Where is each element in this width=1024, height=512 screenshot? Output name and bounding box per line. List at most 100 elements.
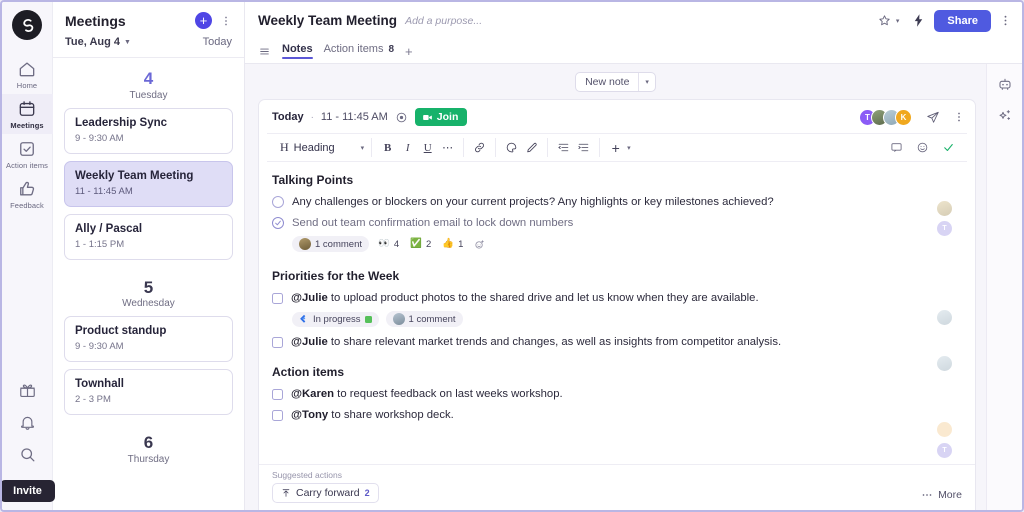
comment-chip[interactable]: 1 comment [292,236,369,252]
insert-dropdown-icon[interactable]: ▾ [627,144,631,152]
tab-action-items[interactable]: Action items 8 [324,43,394,59]
invite-button[interactable]: Invite [2,480,55,502]
meeting-card[interactable]: Ally / Pascal 1 - 1:15 PM [64,213,233,260]
meeting-card-selected[interactable]: Weekly Team Meeting 11 - 11:45 AM [64,160,233,207]
reaction-check[interactable]: ✅ 2 [408,237,433,252]
link-icon[interactable] [471,138,488,157]
suggested-actions-label: Suggested actions [272,470,342,480]
status-chip[interactable]: In progress [292,311,379,327]
reaction-eyes[interactable]: 👀 4 [376,237,401,252]
heading-select[interactable]: H Heading ▾ [278,140,364,155]
square-checkbox[interactable] [272,292,283,304]
mention[interactable]: @Julie [291,336,328,348]
bot-icon[interactable] [997,76,1013,92]
indent-icon[interactable] [575,138,592,157]
avatar[interactable] [937,422,952,437]
sidebar-item-home[interactable]: Home [2,54,53,94]
tab-action-items-count: 8 [388,43,395,55]
bold-button[interactable]: B [379,138,396,157]
italic-button[interactable]: I [399,138,416,157]
sidebar-item-meetings[interactable]: Meetings [2,94,53,134]
meetings-menu-icon[interactable] [220,15,232,27]
carry-forward-button[interactable]: Carry forward 2 [272,483,379,503]
new-note-button[interactable]: New note [576,73,638,91]
date-picker-label: Tue, Aug 4 [65,36,120,48]
circle-checkbox-checked[interactable] [272,217,284,229]
square-checkbox[interactable] [272,388,283,400]
avatar[interactable]: K [895,108,912,126]
reaction-thumbsup[interactable]: 👍 1 [440,237,465,252]
avatar[interactable] [937,310,952,325]
mention[interactable]: @Tony [291,409,328,421]
meeting-card[interactable]: Product standup 9 - 9:30 AM [64,316,233,363]
square-checkbox[interactable] [272,336,283,348]
note-line[interactable]: @Karen to request feedback on last weeks… [272,386,962,402]
record-icon[interactable] [395,111,408,124]
comment-icon[interactable] [888,138,905,157]
circle-checkbox[interactable] [272,196,284,208]
sidebar-item-feedback[interactable]: Feedback [2,174,53,214]
emoji-icon[interactable] [914,138,931,157]
date-picker[interactable]: Tue, Aug 4 ▼ [65,36,131,48]
star-icon[interactable] [877,13,892,28]
avatar[interactable]: T [937,443,952,458]
note-line[interactable]: @Tony to share workshop deck. [272,407,962,423]
outdent-icon[interactable] [555,138,572,157]
sparkles-icon[interactable] [997,108,1013,124]
app-logo[interactable] [12,10,42,40]
underline-button[interactable]: U [419,138,436,157]
meeting-card[interactable]: Leadership Sync 9 - 9:30 AM [64,107,233,154]
note-line-text: @Tony to share workshop deck. [291,407,454,423]
share-button[interactable]: Share [934,9,991,32]
today-button[interactable]: Today [203,36,232,48]
document-menu-icon[interactable] [999,14,1012,27]
send-icon[interactable] [926,110,940,124]
list-view-icon[interactable] [258,45,271,58]
note-line[interactable]: @Julie to upload product photos to the s… [272,290,962,306]
add-meeting-button[interactable]: + [195,12,212,29]
check-icon[interactable] [940,138,957,157]
avatar[interactable]: T [937,221,952,236]
tab-notes[interactable]: Notes [282,43,313,59]
star-dropdown-icon[interactable]: ▾ [896,17,900,25]
note-line-body: to request feedback on last weeks worksh… [334,388,563,400]
note-line[interactable]: @Julie to share relevant market trends a… [272,334,962,350]
day-name: Tuesday [129,89,168,101]
mention[interactable]: @Karen [291,388,334,400]
mention[interactable]: @Julie [291,292,328,304]
reaction-count: 2 [425,238,432,250]
new-note-dropdown-icon[interactable]: ▾ [638,73,655,91]
note-line[interactable]: Send out team confirmation email to lock… [272,215,962,231]
insert-button[interactable]: + [607,138,624,157]
sidebar-item-action-items[interactable]: Action items [2,134,53,174]
gift-icon[interactable] [18,381,37,400]
color-palette-icon[interactable] [503,138,520,157]
lightning-bolt-icon[interactable] [911,13,926,28]
note-line-text: Send out team confirmation email to lock… [292,217,574,229]
add-reaction-icon[interactable] [472,237,487,252]
line-chips: 1 comment 👀 4 ✅ 2 👍 1 [292,236,962,252]
avatar[interactable] [937,356,952,371]
avatar[interactable] [937,201,952,216]
purpose-placeholder[interactable]: Add a purpose... [405,15,482,27]
note-participants[interactable]: T K [859,108,912,126]
meeting-name: Townhall [75,378,124,391]
square-checkbox[interactable] [272,409,283,421]
note-menu-icon[interactable] [953,111,965,123]
day-name: Thursday [127,454,170,466]
highlighter-pen-icon[interactable] [523,138,540,157]
comment-chip-label: 1 comment [315,238,362,250]
add-tab-button[interactable]: + [405,45,413,58]
document-tabs: Notes Action items 8 + [245,39,1022,64]
bell-icon[interactable] [18,413,37,432]
heading-text: Heading [293,141,335,154]
join-button[interactable]: Join [414,108,468,126]
comment-chip[interactable]: 1 comment [385,311,463,327]
note-content[interactable]: Talking Points Any challenges or blocker… [259,162,975,464]
more-format-button[interactable]: ⋯ [439,138,456,157]
eyes-emoji-icon: 👀 [378,238,390,250]
note-line[interactable]: Any challenges or blockers on your curre… [272,194,962,210]
meetings-list[interactable]: 4 Tuesday Leadership Sync 9 - 9:30 AM We… [53,58,244,510]
search-icon[interactable] [18,445,37,464]
meeting-card[interactable]: Townhall 2 - 3 PM [64,369,233,416]
